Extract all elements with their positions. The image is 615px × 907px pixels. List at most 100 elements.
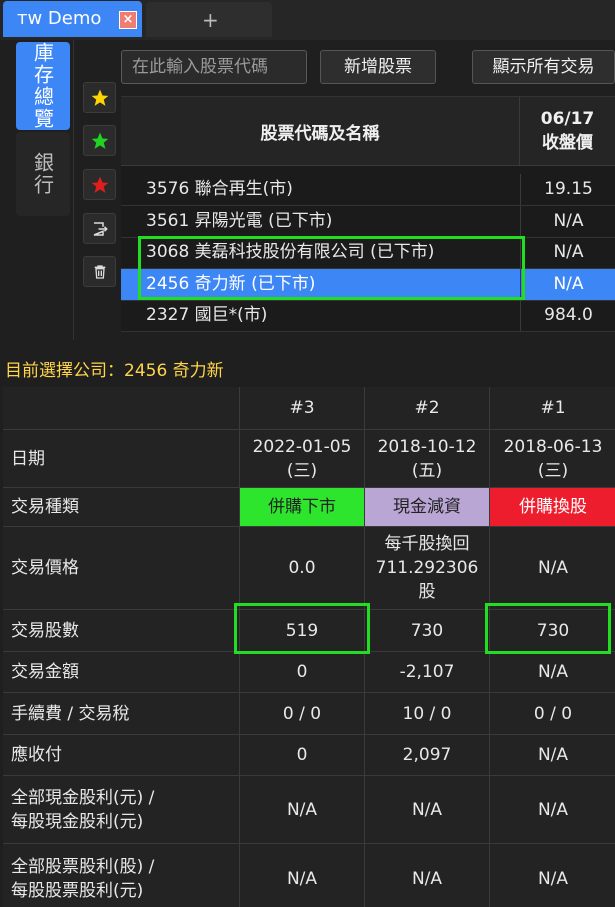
price-cell: 0.0 (239, 527, 364, 609)
row-cash-dividend: 全部現金股利(元) / 每股現金股利(元) N/A N/A N/A (3, 776, 615, 844)
stock-name: 2327 國巨*(市) (146, 305, 268, 325)
star-red-button[interactable] (83, 169, 116, 200)
stock-name: 3576 聯合再生(市) (146, 179, 293, 199)
row-amount: 交易金額 0 -2,107 N/A (3, 652, 615, 693)
stock-dividend-cell: N/A (489, 844, 615, 907)
table-row[interactable]: 3561 昇陽光電 (已下市) N/A (121, 206, 615, 238)
row-label: 日期 (11, 448, 45, 469)
new-tab-button[interactable]: + (146, 2, 272, 37)
row-label: 應收付 (11, 745, 62, 765)
stock-price: N/A (520, 237, 615, 268)
export-icon (93, 221, 108, 236)
row-label: 手續費 / 交易稅 (11, 703, 130, 724)
tab-inventory-overview[interactable]: 庫存總覽 (16, 42, 70, 130)
row-label: 交易種類 (11, 497, 79, 517)
fee-cell: 0 / 0 (489, 693, 615, 734)
highlight-box (485, 603, 611, 654)
amount-cell: -2,107 (364, 652, 489, 692)
stock-price: 984.0 (520, 300, 615, 331)
fee-cell: 0 / 0 (239, 693, 364, 734)
row-label-line: 每股股票股利(元) (11, 881, 144, 901)
fee-cell: 10 / 0 (364, 693, 489, 734)
price-cell: 每千股換回 711.292306 股 (364, 527, 489, 609)
date-value: 2018-06-13 (503, 436, 603, 457)
selected-company-label: 目前選擇公司：2456 奇力新 (5, 356, 224, 381)
receivable-cell: 0 (239, 735, 364, 775)
header-close-price: 收盤價 (542, 133, 593, 153)
header-date: 06/17 (540, 109, 595, 129)
row-label: 交易金額 (11, 662, 79, 682)
weekday-value: (三) (286, 460, 318, 481)
column-header[interactable]: #2 (364, 387, 489, 429)
delete-button[interactable] (83, 256, 116, 287)
star-green-button[interactable] (83, 125, 116, 156)
shares-cell: 730 (364, 610, 489, 651)
row-date: 日期 2022-01-05 (三) 2018-10-12 (五) 2018-06… (3, 430, 615, 488)
row-label: 交易價格 (11, 558, 79, 578)
stock-price: N/A (520, 269, 615, 300)
column-header[interactable]: #1 (489, 387, 615, 429)
date-cell: 2022-01-05 (三) (239, 430, 364, 487)
price-line: 每千股換回 (384, 534, 470, 554)
cash-dividend-cell: N/A (239, 776, 364, 843)
amount-cell: 0 (239, 652, 364, 692)
price-line: 股 (418, 582, 436, 602)
tab-title: ᴛᴡ Demo (17, 8, 102, 29)
star-yellow-icon (91, 89, 108, 106)
table-row[interactable]: 3576 聯合再生(市) 19.15 (121, 174, 615, 206)
date-value: 2018-10-12 (377, 436, 477, 457)
tab-bank[interactable]: 銀行 (16, 132, 70, 216)
highlight-box (138, 236, 525, 300)
star-green-icon (91, 132, 108, 149)
date-value: 2022-01-05 (252, 436, 352, 457)
cash-dividend-cell: N/A (364, 776, 489, 843)
receivable-cell: 2,097 (364, 735, 489, 775)
highlight-box (234, 603, 370, 654)
receivable-cell: N/A (489, 735, 615, 775)
selected-company-prefix: 目前選擇公司： (5, 361, 124, 381)
tab-bank-label: 銀行 (30, 152, 55, 196)
show-all-transactions-button[interactable]: 顯示所有交易 (472, 50, 615, 84)
row-fee-tax: 手續費 / 交易稅 0 / 0 10 / 0 0 / 0 (3, 693, 615, 735)
price-cell: N/A (489, 527, 615, 609)
selected-company-value: 2456 奇力新 (124, 361, 224, 381)
row-stock-dividend: 全部股票股利(股) / 每股股票股利(元) N/A N/A N/A (3, 844, 615, 907)
trash-icon (94, 264, 105, 279)
stock-code-search-input[interactable] (121, 50, 307, 84)
row-label-line: 全部股票股利(股) / (11, 857, 155, 877)
star-yellow-button[interactable] (83, 82, 116, 113)
row-label: 交易股數 (11, 620, 79, 641)
row-transaction-type: 交易種類 併購下市 現金減資 併購換股 (3, 488, 615, 527)
row-label: 全部股票股利(股) / 每股股票股利(元) (11, 844, 154, 907)
transaction-header-row: #3 #2 #1 (3, 387, 615, 430)
stock-price: N/A (520, 206, 615, 237)
date-cell: 2018-10-12 (五) (364, 430, 489, 487)
stock-dividend-cell: N/A (364, 844, 489, 907)
close-tab-icon[interactable]: × (119, 11, 137, 29)
row-receivable: 應收付 0 2,097 N/A (3, 735, 615, 776)
type-badge: 併購換股 (489, 488, 615, 526)
add-stock-button[interactable]: 新增股票 (320, 50, 436, 84)
column-header[interactable]: #3 (239, 387, 364, 429)
tab-inventory-overview-label: 庫存總覽 (30, 42, 55, 130)
stock-name: 3561 昇陽光電 (已下市) (146, 211, 333, 231)
weekday-value: (三) (537, 460, 569, 481)
table-row[interactable]: 2327 國巨*(市) 984.0 (121, 300, 615, 332)
tab-tw-demo[interactable]: ᴛᴡ Demo × (3, 1, 142, 37)
table-row-partial (121, 155, 615, 165)
row-transaction-price: 交易價格 0.0 每千股換回 711.292306 股 N/A (3, 527, 615, 610)
type-badge: 現金減資 (364, 488, 489, 526)
cash-dividend-cell: N/A (489, 776, 615, 843)
price-line: 711.292306 (375, 558, 479, 578)
window-tab-bar: ᴛᴡ Demo × + (0, 0, 615, 40)
export-button[interactable] (83, 213, 116, 244)
stock-dividend-cell: N/A (239, 844, 364, 907)
type-badge: 併購下市 (239, 488, 364, 526)
plus-icon: + (202, 8, 219, 32)
row-label-line: 每股現金股利(元) (11, 811, 144, 832)
row-label-line: 全部現金股利(元) / (11, 787, 155, 808)
stock-price: 19.15 (520, 174, 615, 205)
star-red-icon (91, 176, 108, 193)
weekday-value: (五) (411, 460, 443, 481)
row-label: 全部現金股利(元) / 每股現金股利(元) (11, 776, 154, 843)
